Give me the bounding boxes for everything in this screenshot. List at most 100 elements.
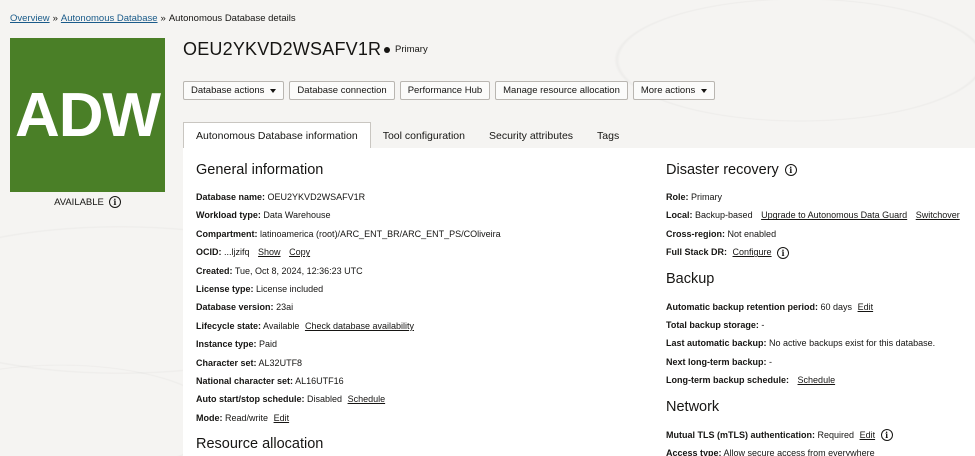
field-value: AL16UTF16 (295, 375, 344, 386)
database-actions-button[interactable]: Database actions (183, 81, 285, 100)
field-label: Cross-region: (666, 228, 726, 239)
field-value: License included (256, 283, 324, 294)
retention-edit-link[interactable]: Edit (858, 302, 874, 312)
status-dot-icon (384, 46, 390, 53)
info-icon[interactable]: i (784, 163, 797, 176)
tab-tags[interactable]: Tags (585, 123, 631, 148)
database-name-row: Database name: OEU2YKVD2WSAFV1R (196, 188, 646, 206)
database-actions-label: Database actions (191, 85, 265, 96)
info-icon[interactable]: i (777, 246, 790, 259)
field-value: Allow secure access from everywhere (723, 447, 875, 456)
disaster-recovery-heading: Disaster recovery i (666, 160, 975, 179)
ocid-copy-link[interactable]: Copy (289, 247, 310, 257)
auto-start-stop-row: Auto start/stop schedule: Disabled Sched… (196, 390, 646, 408)
more-actions-label: More actions (640, 85, 696, 96)
breadcrumb-separator: » (160, 13, 166, 24)
tab-security-attributes[interactable]: Security attributes (477, 123, 585, 148)
field-label: Local: (666, 210, 693, 221)
field-label: Compartment: (196, 228, 258, 239)
breadcrumb-overview-link[interactable]: Overview (10, 13, 50, 24)
field-label: OCID: (196, 247, 222, 258)
resource-allocation-heading: Resource allocation (196, 435, 324, 452)
tab-autonomous-database-information[interactable]: Autonomous Database information (183, 122, 371, 149)
field-label: Database version: (196, 302, 274, 313)
tab-bar: Autonomous Database information Tool con… (183, 121, 975, 149)
info-icon[interactable]: i (880, 429, 893, 442)
performance-hub-button[interactable]: Performance Hub (399, 81, 491, 100)
field-value: Backup-based (695, 210, 753, 221)
mode-row: Mode: Read/write Edit (196, 409, 646, 427)
field-label: Mutual TLS (mTLS) authentication: (666, 429, 815, 440)
more-actions-button[interactable]: More actions (632, 81, 716, 100)
field-label: Total backup storage: (666, 319, 759, 330)
database-connection-button[interactable]: Database connection (289, 81, 395, 100)
workload-type-row: Workload type: Data Warehouse (196, 206, 646, 224)
field-label: Auto start/stop schedule: (196, 394, 305, 405)
field-label: Mode: (196, 412, 223, 423)
upgrade-data-guard-link[interactable]: Upgrade to Autonomous Data Guard (761, 210, 907, 220)
configure-link[interactable]: Configure (733, 247, 772, 257)
tab-tool-configuration[interactable]: Tool configuration (371, 123, 477, 148)
adw-logo: ADW (10, 38, 165, 192)
license-type-row: License type: License included (196, 280, 646, 298)
dr-role-row: Role: Primary (666, 188, 975, 206)
compartment-row: Compartment: latinoamerica (root)/ARC_EN… (196, 225, 646, 243)
dr-full-stack-row: Full Stack DR: Configure i (666, 243, 975, 261)
character-set-row: Character set: AL32UTF8 (196, 354, 646, 372)
national-character-set-row: National character set: AL16UTF16 (196, 372, 646, 390)
mtls-edit-link[interactable]: Edit (860, 430, 876, 440)
action-toolbar: Database actions Database connection Per… (183, 81, 716, 100)
field-value: - (761, 319, 765, 330)
backup-total-storage-row: Total backup storage: - (666, 316, 975, 334)
check-database-availability-link[interactable]: Check database availability (305, 321, 414, 331)
field-value: Primary (691, 192, 723, 202)
field-label: Access type: (666, 447, 722, 456)
mode-edit-link[interactable]: Edit (274, 413, 290, 423)
dr-local-row: Local: Backup-based Upgrade to Autonomou… (666, 206, 975, 224)
long-term-schedule-link[interactable]: Schedule (798, 375, 836, 385)
schedule-link[interactable]: Schedule (348, 394, 386, 404)
breadcrumb-autonomous-database-link[interactable]: Autonomous Database (61, 13, 158, 24)
ocid-show-link[interactable]: Show (258, 247, 281, 257)
field-value: Available (263, 320, 300, 331)
backup-next-long-term-row: Next long-term backup: - (666, 353, 975, 371)
field-value: Disabled (307, 394, 343, 405)
field-label: Workload type: (196, 210, 261, 221)
network-mtls-row: Mutual TLS (mTLS) authentication: Requir… (666, 426, 975, 444)
field-value: ...ljzifq (224, 247, 250, 258)
field-value: Not enabled (727, 228, 777, 239)
chevron-down-icon (701, 88, 708, 93)
backup-long-term-schedule-row: Long-term backup schedule: Schedule (666, 371, 975, 389)
field-label: National character set: (196, 375, 294, 386)
breadcrumb-separator: » (52, 13, 58, 24)
field-value: OEU2YKVD2WSAFV1R (267, 192, 366, 202)
field-label: Long-term backup schedule: (666, 375, 790, 386)
field-label: Created: (196, 265, 233, 276)
chevron-down-icon (270, 88, 277, 93)
breadcrumb: Overview » Autonomous Database » Autonom… (10, 13, 296, 24)
created-row: Created: Tue, Oct 8, 2024, 12:36:23 UTC (196, 262, 646, 280)
backup-retention-row: Automatic backup retention period: 60 da… (666, 298, 975, 316)
instance-type-row: Instance type: Paid (196, 335, 646, 353)
field-value: latinoamerica (root)/ARC_ENT_BR/ARC_ENT_… (260, 228, 501, 239)
manage-resource-allocation-button[interactable]: Manage resource allocation (495, 81, 628, 100)
lifecycle-state-row: Lifecycle state: Available Check databas… (196, 317, 646, 335)
info-icon[interactable]: i (108, 196, 121, 208)
role-badge-label: Primary (395, 44, 428, 55)
database-version-row: Database version: 23ai (196, 298, 646, 316)
field-value: 23ai (276, 302, 294, 313)
field-value: 60 days (820, 301, 853, 312)
network-access-type-row: Access type: Allow secure access from ev… (666, 444, 975, 456)
field-label: Database name: (196, 192, 266, 202)
backup-heading: Backup (666, 271, 715, 288)
field-label: Automatic backup retention period: (666, 301, 819, 312)
lifecycle-status: AVAILABLE i (10, 196, 165, 208)
status-text: AVAILABLE (54, 196, 104, 208)
ocid-row: OCID: ...ljzifq Show Copy (196, 243, 646, 261)
field-value: No active backups exist for this databas… (769, 338, 936, 349)
field-value: Tue, Oct 8, 2024, 12:36:23 UTC (234, 265, 363, 276)
general-information-heading: General information (196, 161, 324, 178)
field-label: Full Stack DR: (666, 247, 728, 258)
switchover-link[interactable]: Switchover (916, 210, 960, 220)
field-label: Lifecycle state: (196, 320, 262, 331)
